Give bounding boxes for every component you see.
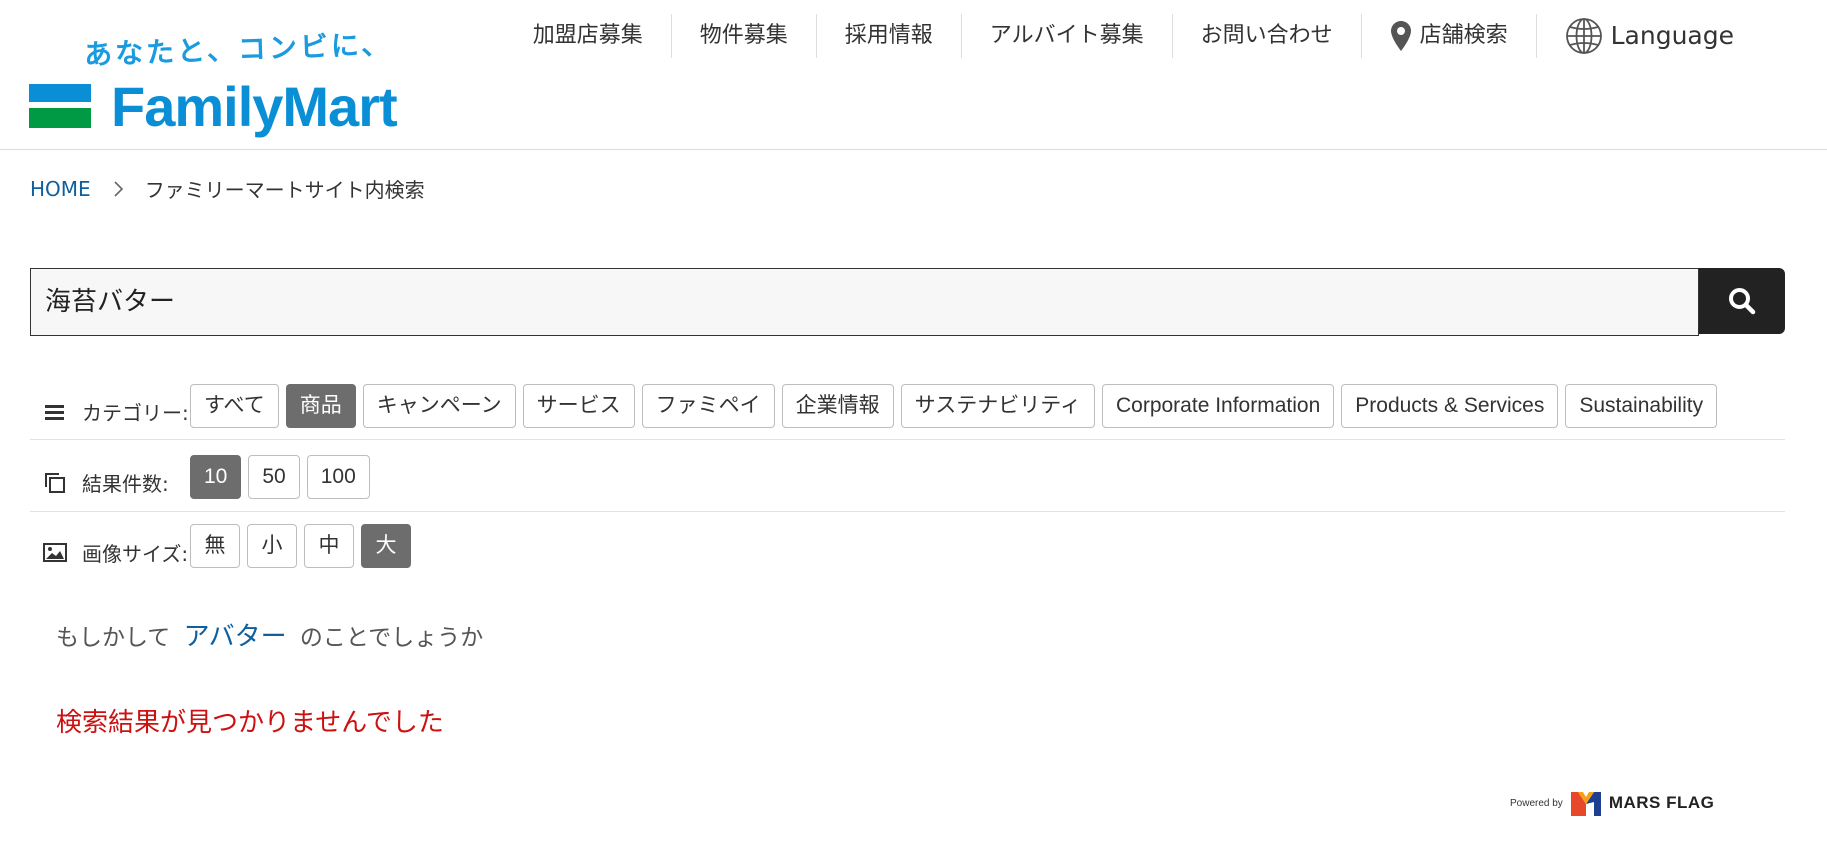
breadcrumb-home-link[interactable]: HOME <box>30 177 91 201</box>
powered-by-marsflag[interactable]: Powered by MARS FLAG <box>1510 788 1714 818</box>
category-chip-service[interactable]: サービス <box>522 383 635 428</box>
image-size-label: 画像サイズ: <box>82 541 189 566</box>
category-chip-campaign[interactable]: キャンペーン <box>362 383 516 428</box>
image-size-chip-large[interactable]: 大 <box>361 524 411 568</box>
category-chip-products-services[interactable]: Products & Services <box>1341 383 1559 428</box>
category-chips: すべて 商品 キャンペーン サービス ファミペイ 企業情報 サステナビリティ C… <box>190 383 1718 428</box>
did-you-mean: もしかして アバター のことでしょうか <box>56 616 483 653</box>
image-size-chip-none[interactable]: 無 <box>190 524 240 568</box>
powered-brand: MARS FLAG <box>1608 793 1715 812</box>
copy-icon <box>45 472 65 493</box>
breadcrumb-current: ファミリーマートサイト内検索 <box>144 178 425 202</box>
no-results-message: 検索結果が見つかりませんでした <box>56 708 444 738</box>
logo-tagline: あなたと、コンビに、 <box>83 27 393 72</box>
category-chip-sustainability-en[interactable]: Sustainability <box>1565 383 1718 428</box>
suggest-suffix: のことでしょうか <box>299 625 484 651</box>
category-chip-sustainability-jp[interactable]: サステナビリティ <box>900 383 1095 428</box>
nav-store-search[interactable]: 店舗検索 <box>1360 14 1536 58</box>
count-chip-10[interactable]: 10 <box>190 454 242 499</box>
count-chip-100[interactable]: 100 <box>306 454 370 499</box>
category-chip-famipay[interactable]: ファミペイ <box>641 383 775 428</box>
count-chip-50[interactable]: 50 <box>248 454 300 499</box>
chevron-right-icon <box>114 180 123 197</box>
search-icon <box>1729 288 1756 315</box>
search-button[interactable] <box>1699 268 1785 334</box>
image-size-chips: 無 小 中 大 <box>190 524 411 568</box>
nav-contact[interactable]: お問い合わせ <box>1171 14 1361 58</box>
result-count-label: 結果件数: <box>82 472 169 496</box>
image-size-chip-small[interactable]: 小 <box>247 524 297 568</box>
category-chip-all[interactable]: すべて <box>190 383 279 428</box>
site-header: あなたと、コンビに、 FamilyMart 加盟店募集 物件募集 採用情報 アル… <box>0 0 1827 150</box>
result-count-row: 結果件数: 10 50 100 <box>30 442 1785 512</box>
nav-parttime[interactable]: アルバイト募集 <box>960 14 1172 58</box>
powered-by-label: Powered by <box>1510 797 1563 809</box>
suggest-prefix: もしかして <box>56 625 171 651</box>
globe-icon <box>1565 18 1602 54</box>
category-label: カテゴリー: <box>82 401 189 425</box>
category-chip-corporate-info[interactable]: Corporate Information <box>1101 383 1335 428</box>
result-count-chips: 10 50 100 <box>190 454 370 499</box>
nav-franchise[interactable]: 加盟店募集 <box>505 14 671 58</box>
map-pin-icon <box>1390 21 1411 51</box>
nav-recruit[interactable]: 採用情報 <box>815 14 961 58</box>
familymart-stripes-icon <box>29 84 91 128</box>
image-icon <box>43 543 67 562</box>
category-filter-row: カテゴリー: すべて 商品 キャンペーン サービス ファミペイ 企業情報 サステ… <box>30 372 1785 440</box>
nav-language[interactable]: Language <box>1535 14 1762 58</box>
nav-property[interactable]: 物件募集 <box>670 14 816 58</box>
image-size-chip-medium[interactable]: 中 <box>304 524 354 568</box>
familymart-logo[interactable]: あなたと、コンビに、 FamilyMart <box>29 28 398 138</box>
image-size-row: 画像サイズ: 無 小 中 大 <box>30 516 1785 576</box>
menu-icon <box>45 404 64 420</box>
suggest-link[interactable]: アバター <box>184 622 287 652</box>
search-input[interactable]: 海苔バター <box>30 268 1699 336</box>
breadcrumb: HOME ファミリーマートサイト内検索 <box>30 174 425 203</box>
logo-wordmark: FamilyMart <box>111 75 398 138</box>
category-chip-products[interactable]: 商品 <box>285 383 356 428</box>
global-nav: 加盟店募集 物件募集 採用情報 アルバイト募集 お問い合わせ 店舗検索 Lang… <box>505 14 1762 58</box>
category-chip-company[interactable]: 企業情報 <box>781 383 894 428</box>
marsflag-logo-icon <box>1570 792 1601 816</box>
